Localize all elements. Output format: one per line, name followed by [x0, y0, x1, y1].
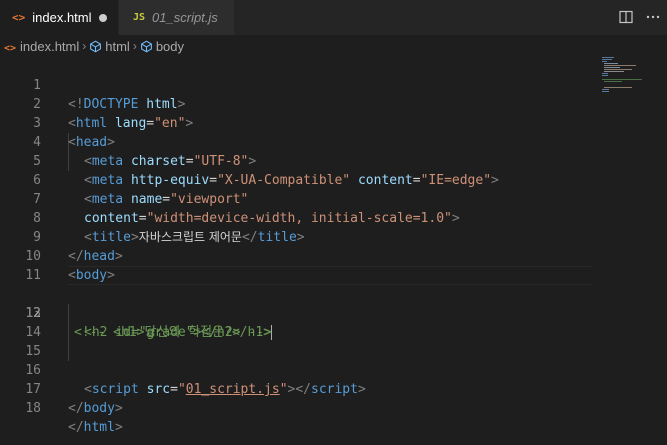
breadcrumb-label: html: [105, 38, 130, 54]
code-line: 5 <meta http-equiv="X-UA-Compatible" con…: [0, 133, 600, 188]
code-line: 11: [0, 247, 600, 283]
tab-index-html[interactable]: <> index.html: [0, 0, 118, 35]
minimap-line: [602, 57, 614, 58]
code-text: </body>: [68, 401, 123, 416]
code-line: 8 <title>자바스크립트 제어문</title>: [0, 190, 600, 245]
minimap-line: [604, 63, 618, 64]
code-line: 4 <meta charset="UTF-8">: [0, 114, 600, 169]
minimap-line: [604, 65, 636, 66]
vertical-scrollbar[interactable]: [653, 57, 667, 445]
tab-01-script-js[interactable]: JS 01_script.js: [119, 0, 234, 35]
minimap-line: [604, 67, 620, 68]
tab-label: index.html: [32, 10, 92, 25]
code-line: 16 <script src="01_script.js"></script>: [0, 342, 600, 397]
html-file-icon: <>: [12, 11, 26, 24]
minimap-line: [602, 79, 642, 80]
minimap-line: [602, 89, 609, 90]
code-line: 13 <h2 id="grade"></h2> -->: [0, 285, 600, 340]
tab-label: 01_script.js: [152, 10, 218, 25]
breadcrumb-label: body: [155, 38, 185, 54]
symbol-icon: [140, 40, 153, 53]
minimap-line: [602, 91, 609, 92]
more-actions-icon[interactable]: [645, 9, 661, 25]
minimap[interactable]: [600, 57, 660, 117]
breadcrumb-body[interactable]: body: [140, 39, 184, 54]
code-line: 10 <body>: [0, 228, 600, 283]
code-line: 1 <!DOCTYPE html>: [0, 57, 600, 112]
js-file-icon: JS: [133, 12, 146, 23]
breadcrumb-html[interactable]: html: [89, 39, 130, 54]
minimap-line: [604, 71, 624, 72]
line-number: 18: [25, 401, 41, 416]
minimap-line: [604, 87, 632, 88]
code-line: 14: [0, 304, 600, 340]
code-line-current: 12 <!-- <h1>당신의 학점은?</h1>: [0, 266, 600, 340]
breadcrumb: <> index.html › html › body: [0, 35, 667, 57]
code-area[interactable]: 1 <!DOCTYPE html> 2 <html lang="en"> 3 <…: [0, 57, 600, 435]
code-line: 7 content="width=device-width, initial-s…: [0, 171, 600, 226]
code-line: 6 <meta name="viewport": [0, 152, 600, 207]
code-line: 15: [0, 323, 600, 359]
minimap-line: [604, 69, 632, 70]
current-line-highlight: [68, 266, 592, 285]
code-line: 3 <head>: [0, 95, 600, 150]
tab-bar: <> index.html JS 01_script.js: [0, 0, 667, 35]
unsaved-changes-dot-icon[interactable]: [99, 14, 107, 22]
chevron-right-icon: ›: [132, 39, 137, 53]
symbol-icon: [89, 40, 102, 53]
minimap-line: [602, 75, 608, 76]
minimap-line: [602, 73, 608, 74]
code-line: 2 <html lang="en">: [0, 76, 600, 131]
minimap-line: [602, 59, 612, 60]
code-editor: <> index.html JS 01_script.js <> index.h…: [0, 0, 667, 445]
html-file-icon: <>: [3, 42, 17, 54]
split-editor-icon[interactable]: [618, 9, 634, 25]
breadcrumb-file[interactable]: index.html: [20, 39, 79, 54]
code-line: 18 </html>: [0, 380, 600, 435]
code-text: </html>: [68, 420, 123, 435]
minimap-line: [604, 81, 622, 82]
code-line: 17 </body>: [0, 361, 600, 416]
code-line: 9 </head>: [0, 209, 600, 264]
chevron-right-icon: ›: [82, 39, 87, 53]
minimap-line: [602, 61, 607, 62]
